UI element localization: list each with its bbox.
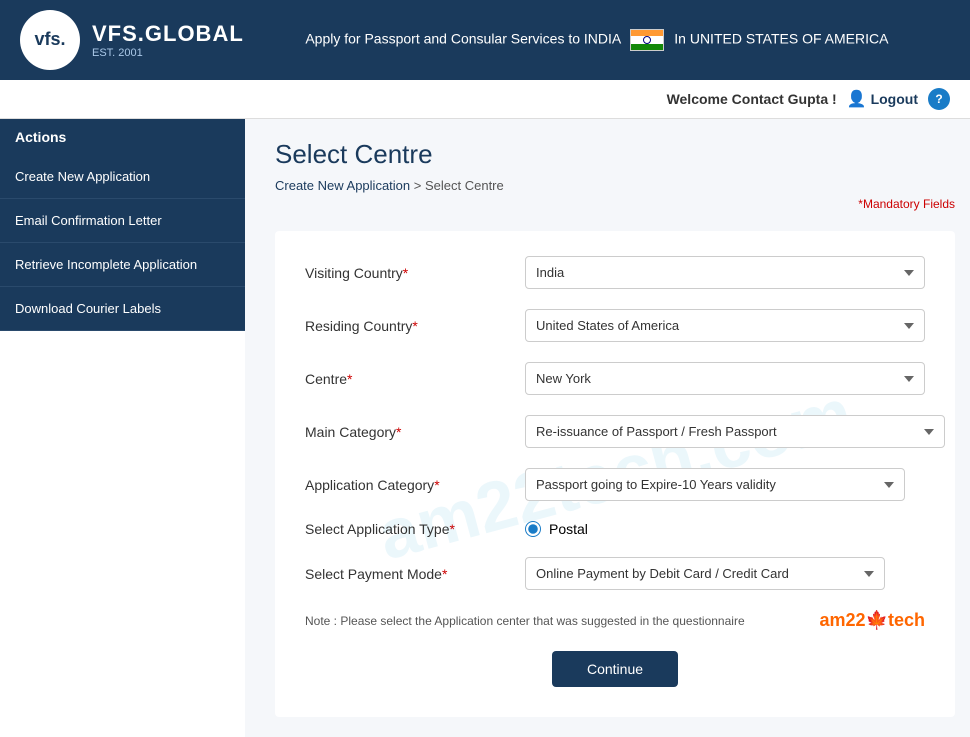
logo-text: vfs.	[34, 30, 65, 50]
logo-circle: vfs.	[20, 10, 80, 70]
breadcrumb: Create New Application > Select Centre	[275, 178, 955, 193]
visiting-country-row: Visiting Country* India	[305, 256, 925, 289]
payment-mode-row: Select Payment Mode* Online Payment by D…	[305, 557, 925, 590]
payment-mode-label: Select Payment Mode*	[305, 566, 525, 582]
header: vfs. VFS.GLOBAL EST. 2001 Apply for Pass…	[0, 0, 970, 80]
sidebar-item-create-new-application[interactable]: Create New Application	[0, 155, 245, 199]
sidebar-item-download-courier[interactable]: Download Courier Labels	[0, 287, 245, 331]
top-bar: Welcome Contact Gupta ! 👤 Logout ?	[0, 80, 970, 119]
centre-row: Centre* New York	[305, 362, 925, 395]
payment-mode-select[interactable]: Online Payment by Debit Card / Credit Ca…	[525, 557, 885, 590]
mandatory-note: *Mandatory Fields	[275, 197, 955, 211]
sidebar: Actions Create New Application Email Con…	[0, 119, 245, 737]
app-type-row: Select Application Type* Postal	[305, 521, 925, 537]
app-type-postal-radio[interactable]	[525, 521, 541, 537]
india-flag-icon	[630, 29, 664, 51]
sidebar-item-retrieve-incomplete[interactable]: Retrieve Incomplete Application	[0, 243, 245, 287]
visiting-country-label: Visiting Country*	[305, 265, 525, 281]
visiting-country-select[interactable]: India	[525, 256, 925, 289]
main-content: Select Centre Create New Application > S…	[245, 119, 970, 737]
note-text: Note : Please select the Application cen…	[305, 614, 745, 628]
breadcrumb-home[interactable]: Create New Application	[275, 178, 410, 193]
app-type-label: Select Application Type*	[305, 521, 525, 537]
centre-select[interactable]: New York	[525, 362, 925, 395]
header-tagline: Apply for Passport and Consular Services…	[244, 29, 950, 51]
app-category-label: Application Category*	[305, 477, 525, 493]
logout-icon: 👤	[847, 89, 867, 109]
main-layout: Actions Create New Application Email Con…	[0, 119, 970, 737]
app-category-control: Passport going to Expire-10 Years validi…	[525, 468, 925, 501]
sidebar-item-email-confirmation[interactable]: Email Confirmation Letter	[0, 199, 245, 243]
visiting-country-control: India	[525, 256, 925, 289]
app-type-postal-label: Postal	[549, 521, 588, 537]
page-title: Select Centre	[275, 139, 955, 170]
note-row: Note : Please select the Application cen…	[305, 610, 925, 631]
continue-row: Continue	[305, 651, 925, 687]
continue-button[interactable]: Continue	[552, 651, 678, 687]
form-section: am22tech.com Visiting Country* India Res…	[275, 231, 955, 717]
logo-area: vfs. VFS.GLOBAL EST. 2001	[20, 10, 244, 70]
residing-country-select[interactable]: United States of America	[525, 309, 925, 342]
welcome-text: Welcome Contact Gupta !	[667, 91, 837, 107]
logout-button[interactable]: 👤 Logout	[847, 89, 918, 109]
centre-label: Centre*	[305, 371, 525, 387]
centre-control: New York	[525, 362, 925, 395]
app-category-select[interactable]: Passport going to Expire-10 Years validi…	[525, 468, 905, 501]
residing-country-label: Residing Country*	[305, 318, 525, 334]
app-category-row: Application Category* Passport going to …	[305, 468, 925, 501]
help-button[interactable]: ?	[928, 88, 950, 110]
sidebar-header: Actions	[0, 119, 245, 155]
residing-country-control: United States of America	[525, 309, 925, 342]
brand-name: VFS.GLOBAL EST. 2001	[92, 21, 244, 59]
main-category-label: Main Category*	[305, 424, 525, 440]
app-type-control: Postal	[525, 521, 925, 537]
residing-country-row: Residing Country* United States of Ameri…	[305, 309, 925, 342]
breadcrumb-current: Select Centre	[425, 178, 504, 193]
brand-watermark: am22🍁tech	[820, 610, 925, 631]
main-category-row: Main Category* Re-issuance of Passport /…	[305, 415, 925, 448]
payment-mode-control: Online Payment by Debit Card / Credit Ca…	[525, 557, 925, 590]
main-category-control: Re-issuance of Passport / Fresh Passport	[525, 415, 925, 448]
main-category-select[interactable]: Re-issuance of Passport / Fresh Passport	[525, 415, 945, 448]
breadcrumb-sep: >	[414, 178, 425, 193]
